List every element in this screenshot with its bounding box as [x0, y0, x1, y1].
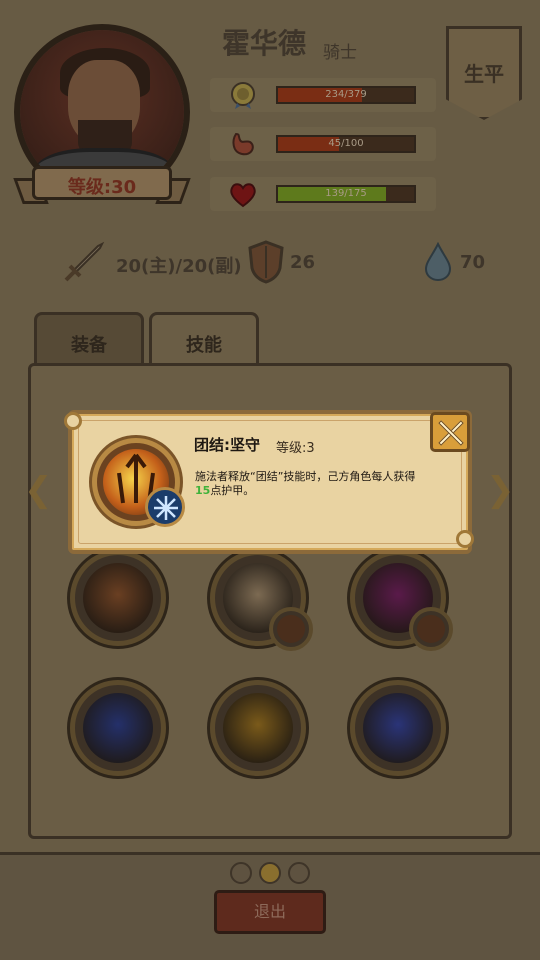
tooltip-desc-text: 施法者释放“团结”技能时，己方角色每人获得 — [195, 470, 416, 483]
lightning-crystal-skill-icon[interactable] — [70, 680, 166, 776]
health-row: 139/175 — [210, 177, 436, 211]
medal-icon — [231, 82, 255, 109]
hero-name: 霍华德 — [222, 27, 307, 60]
hunger-row: 45/100 — [210, 127, 436, 161]
sub-skill-badge-icon — [409, 607, 453, 651]
career-button[interactable]: 生平 — [446, 26, 522, 120]
career-button-label: 生平 — [464, 62, 504, 86]
page-indicator — [228, 862, 318, 884]
rock-golem-skill-icon[interactable] — [210, 680, 306, 776]
unity-hold-skill-icon — [92, 438, 185, 527]
skill-art — [83, 693, 153, 763]
skill-art — [363, 693, 433, 763]
water-drop-icon — [424, 242, 452, 282]
attack-value: 20(主)/20(副) — [116, 256, 242, 277]
level-ribbon: 等级:30 — [13, 160, 191, 206]
hero-level: 等级:30 — [67, 177, 137, 198]
tooltip-title: 团结:坚守 — [194, 436, 260, 454]
tooltip-desc-suffix: 点护甲。 — [210, 484, 255, 497]
tooltip-level: 等级:3 — [276, 441, 315, 456]
defense-value: 26 — [290, 252, 316, 273]
tooltip-description: 施法者释放“团结”技能时，己方角色每人获得 15点护甲。 — [195, 470, 445, 498]
whirlwind-skill-icon[interactable] — [210, 550, 313, 651]
experience-row: 234/379 — [210, 78, 436, 112]
demon-eye-skill-icon[interactable] — [350, 550, 453, 651]
sword-icon — [64, 241, 105, 282]
close-button[interactable] — [430, 412, 470, 452]
shield-icon — [248, 240, 284, 284]
tree-stump-skill-icon[interactable] — [70, 550, 166, 646]
stomach-icon — [232, 132, 254, 156]
snowflake-icon — [145, 487, 185, 527]
skill-art — [83, 563, 153, 633]
page-dot-current[interactable] — [259, 862, 281, 884]
previous-page-arrow-icon[interactable]: ❮ — [24, 470, 53, 510]
page-dot[interactable] — [288, 862, 310, 884]
tooltip-armor-value: 15 — [195, 484, 211, 497]
page-dot[interactable] — [230, 862, 252, 884]
skill-art — [223, 693, 293, 763]
tab-equipment-label: 装备 — [71, 335, 107, 356]
sub-skill-badge-icon — [269, 607, 313, 651]
skill-tooltip: 团结:坚守 等级:3 施法者释放“团结”技能时，己方角色每人获得 15点护甲。 — [64, 410, 474, 554]
hunger-value: 45/100 — [328, 138, 364, 149]
experience-value: 234/379 — [325, 89, 367, 100]
hero-class: 骑士 — [323, 43, 357, 63]
health-value: 139/175 — [325, 188, 367, 199]
mana-value: 70 — [460, 252, 486, 273]
ice-shard-skill-icon[interactable] — [350, 680, 446, 776]
tab-skills[interactable]: 技能 — [149, 312, 259, 368]
next-page-arrow-icon[interactable]: ❯ — [486, 470, 515, 510]
tab-equipment[interactable]: 装备 — [34, 312, 144, 368]
exit-button[interactable]: 退出 — [214, 890, 326, 934]
heart-icon — [230, 183, 256, 208]
tab-skills-label: 技能 — [186, 335, 222, 356]
